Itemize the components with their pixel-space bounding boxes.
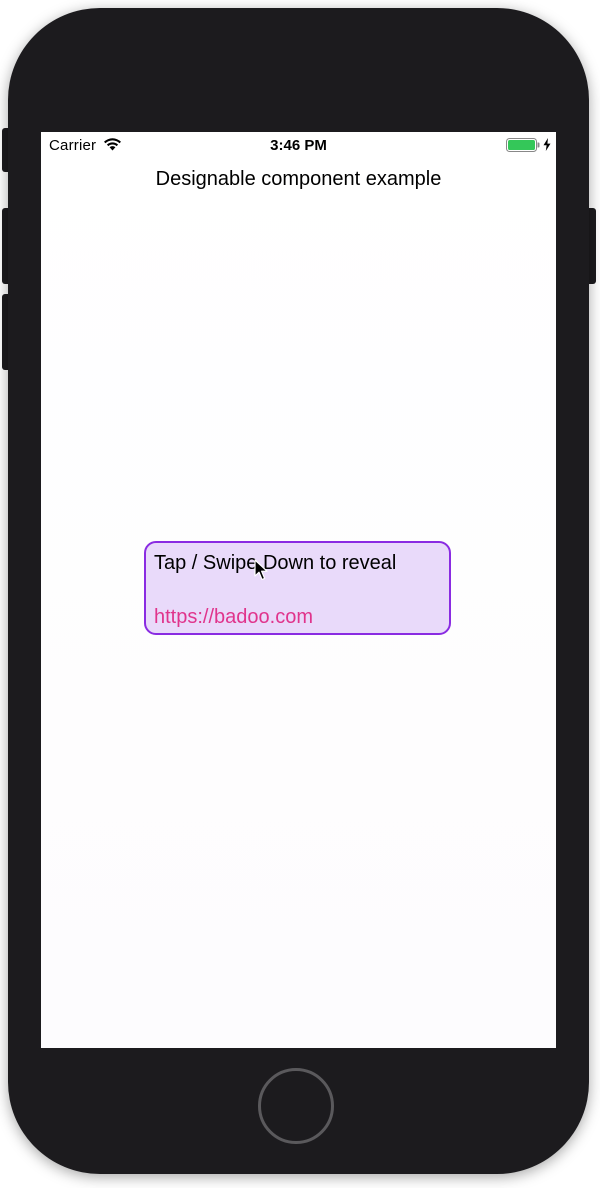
card-instruction: Tap / Swipe Down to reveal: [154, 552, 397, 574]
battery-icon: [506, 138, 540, 152]
reveal-card[interactable]: Tap / Swipe Down to reveal https://badoo…: [144, 541, 451, 635]
card-link[interactable]: https://badoo.com: [154, 606, 313, 629]
app-screen: Carrier 3:46 PM Designable component exa…: [41, 132, 556, 1048]
home-button[interactable]: [258, 1068, 334, 1144]
charging-bolt-icon: [543, 138, 551, 151]
status-time: 3:46 PM: [270, 137, 327, 154]
nav-title: Designable component example: [155, 168, 442, 190]
status-bar: Carrier 3:46 PM: [41, 132, 556, 158]
